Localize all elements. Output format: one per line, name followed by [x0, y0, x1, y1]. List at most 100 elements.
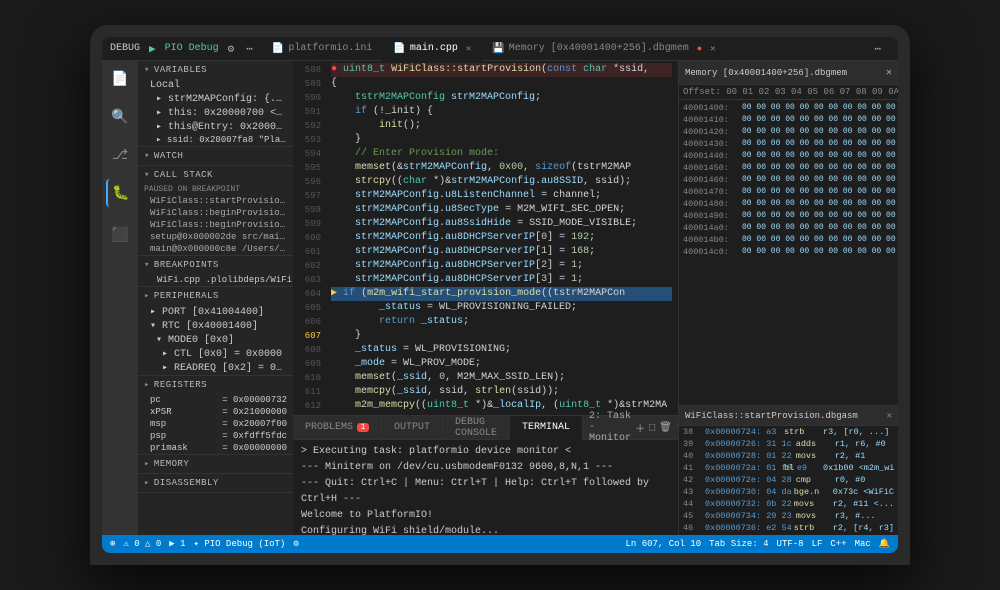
pio-label: PIO Debug — [165, 43, 219, 54]
close-memory-icon[interactable]: ✕ — [886, 67, 892, 79]
bottom-tabs: PROBLEMS 1 OUTPUT DEBUG CONSOLE TERMINAL… — [293, 416, 678, 440]
code-line: return _status; — [331, 315, 672, 329]
disassembly-nav-header[interactable]: ▸ DISASSEMBLY — [138, 474, 293, 492]
side-panel: ▾ VARIABLES Local ▸ strM2MAPConfig: {...… — [138, 61, 293, 535]
memory-tab-header: Memory [0x40001400+256].dbgmem ✕ — [679, 61, 898, 85]
code-line: strM2MAPConfig.au8DHCPServerIP[0] = 192; — [331, 231, 672, 245]
git-branch[interactable]: ⊕ — [110, 539, 115, 549]
code-lines: ● uint8_t WiFiClass::startProvision(cons… — [325, 61, 678, 415]
var-this[interactable]: ▸ this: 0x20000700 <WiFi> — [138, 106, 293, 120]
platform[interactable]: Mac — [855, 539, 871, 549]
split-terminal-icon[interactable]: ⬚ — [649, 422, 655, 434]
peripheral-item[interactable]: ▸ READREQ [0x2] = 0x0010 — [138, 361, 293, 375]
var-item[interactable]: ▸ strM2MAPConfig: {...} — [138, 92, 293, 106]
memory-row: 40001410:00 00 00 00 00 00 00 00 00 00 0… — [683, 114, 894, 126]
register-psp: psp= 0xfdff5fdc — [138, 430, 293, 442]
var-ssid[interactable]: ▸ ssid: 0x20007fa8 "PlatformIO-31... — [138, 134, 293, 146]
tab-memory[interactable]: 💾 Memory [0x40001400+256].dbgmem ● ✕ — [482, 37, 726, 61]
peripheral-item[interactable]: ▸ PORT [0x41004400] — [138, 305, 293, 319]
peripheral-item[interactable]: ▾ RTC [0x40001400] — [138, 319, 293, 333]
memory-row: 40001480:00 00 00 00 00 00 00 00 00 00 0… — [683, 198, 894, 210]
peripheral-item[interactable]: ▾ MODE0 [0x0] — [138, 333, 293, 347]
memory-row: 40001430:00 00 00 00 00 00 00 00 00 00 0… — [683, 138, 894, 150]
tab-platformio[interactable]: 📄 platformio.ini — [262, 37, 383, 61]
memory-row: 400014c0:00 00 00 00 00 00 00 00 00 00 0… — [683, 246, 894, 258]
callstack-section: ▾ CALL STACK PAUSED ON BREAKPOINT WiFiCl… — [138, 166, 293, 256]
disassembly-nav-section: ▸ DISASSEMBLY — [138, 474, 293, 493]
tab-debug-console[interactable]: DEBUG CONSOLE — [443, 416, 510, 440]
settings-icon[interactable]: ⚙ — [225, 42, 238, 56]
encoding[interactable]: UTF-8 — [777, 539, 804, 549]
memory-row: 400014b0:00 00 00 00 00 00 00 00 00 00 0… — [683, 234, 894, 246]
memory-row: 40001490:00 00 00 00 00 00 00 00 00 00 0… — [683, 210, 894, 222]
callstack-item[interactable]: setup@0x000002de src/main.cpp — [138, 231, 293, 243]
callstack-item[interactable]: main@0x000000c8e /Users/ikravets... — [138, 243, 293, 255]
terminal-line: Configuring WiFi shield/module... — [301, 524, 670, 535]
activity-git[interactable]: ⎇ — [106, 141, 134, 169]
line-numbers: 588589590591592 593594595596597 59859960… — [293, 61, 325, 415]
peripheral-item[interactable]: ▸ CTL [0x0] = 0x0000 — [138, 347, 293, 361]
activity-search[interactable]: 🔍 — [106, 103, 134, 131]
play-button[interactable]: ▶ — [146, 42, 159, 56]
memory-row: 40001420:00 00 00 00 00 00 00 00 00 00 0… — [683, 126, 894, 138]
register-msp: msp= 0x20007f00 — [138, 418, 293, 430]
code-line: } — [331, 329, 672, 343]
watch-header[interactable]: ▾ WATCH — [138, 147, 293, 165]
code-line: ● uint8_t WiFiClass::startProvision(cons… — [331, 63, 672, 77]
registers-header[interactable]: ▸ REGISTERS — [138, 376, 293, 394]
code-line: // Enter Provision mode: — [331, 147, 672, 161]
code-line: strM2MAPConfig.u8SecType = M2M_WIFI_SEC_… — [331, 203, 672, 217]
tab-terminal[interactable]: TERMINAL — [510, 416, 583, 440]
code-line: strM2MAPConfig.u8ListenChannel = channel… — [331, 189, 672, 203]
laptop-frame: DEBUG ▶ PIO Debug ⚙ ⋯ 📄 platformio.ini 📄… — [90, 25, 910, 565]
kill-terminal-icon[interactable]: 🗑 — [659, 422, 672, 434]
code-line: _status = WL_PROVISIONING; — [331, 343, 672, 357]
activity-debug[interactable]: 🐛 — [106, 179, 134, 207]
right-panel: Memory [0x40001400+256].dbgmem ✕ Offset:… — [678, 61, 898, 535]
activity-files[interactable]: 📄 — [106, 65, 134, 93]
cursor-position[interactable]: Ln 607, Col 10 — [626, 539, 702, 549]
callstack-item[interactable]: WiFiClass::startProvision0x0000 — [138, 195, 293, 207]
memory-row: 40001460:00 00 00 00 00 00 00 00 00 00 0… — [683, 174, 894, 186]
callstack-header[interactable]: ▾ CALL STACK — [138, 166, 293, 184]
add-terminal-icon[interactable]: ＋ — [635, 420, 645, 436]
memory-nav-header[interactable]: ▸ MEMORY — [138, 455, 293, 473]
dots-icon[interactable]: ⋯ — [243, 42, 256, 56]
status-right: Ln 607, Col 10 Tab Size: 4 UTF-8 LF C++ … — [626, 539, 891, 549]
variables-header[interactable]: ▾ VARIABLES — [138, 61, 293, 79]
callstack-item[interactable]: WiFiClass::beginProvision0x0000 — [138, 207, 293, 219]
code-line: strM2MAPConfig.au8DHCPServerIP[3] = 1; — [331, 273, 672, 287]
breakpoints-header[interactable]: ▾ BREAKPOINTS — [138, 256, 293, 274]
code-line: _mode = WL_PROV_MODE; — [331, 357, 672, 371]
line-ending[interactable]: LF — [812, 539, 823, 549]
activity-extensions[interactable]: ⬛ — [106, 221, 134, 249]
pio-env[interactable]: ✦ PIO Debug (IoT) — [194, 539, 286, 549]
sync-icon[interactable]: ⚙ — [293, 539, 298, 549]
disasm-row: 420x0000072e: 04 28cmpr0, #0 — [679, 474, 898, 486]
debug-label: DEBUG — [110, 43, 140, 54]
errors-warnings[interactable]: ⚠ 0 △ 0 — [123, 539, 161, 549]
tab-problems[interactable]: PROBLEMS 1 — [293, 416, 382, 440]
tab-size[interactable]: Tab Size: 4 — [709, 539, 768, 549]
language[interactable]: C++ — [830, 539, 846, 549]
memory-offset-header: Offset: 00 01 02 03 04 05 06 07 08 09 0A… — [679, 85, 898, 100]
pio-debug-status[interactable]: ▶ 1 — [169, 539, 185, 549]
close-disasm-icon[interactable]: ✕ — [887, 411, 892, 421]
tab-main-cpp[interactable]: 📄 main.cpp ✕ — [383, 37, 482, 61]
split-icon[interactable]: ⋯ — [871, 42, 884, 56]
notifications-icon[interactable]: 🔔 — [879, 539, 890, 549]
watch-section: ▾ WATCH — [138, 147, 293, 166]
code-line: } — [331, 133, 672, 147]
disasm-panel: WiFiClass::startProvision.dbgasm ✕ 380x0… — [679, 405, 898, 535]
breakpoint-item[interactable]: WiFi.cpp .plolibdeps/WiFi... 588 — [138, 274, 293, 286]
code-line: strM2MAPConfig.au8DHCPServerIP[1] = 168; — [331, 245, 672, 259]
terminal-content[interactable]: > Executing task: platformio device moni… — [293, 440, 678, 535]
var-this-entry[interactable]: ▸ this@Entry: 0x20000700 <WiFi> — [138, 120, 293, 134]
terminal-line: > Executing task: platformio device moni… — [301, 444, 670, 460]
debug-bar: DEBUG ▶ PIO Debug ⚙ ⋯ 📄 platformio.ini 📄… — [102, 37, 898, 61]
register-xpsr: xPSR= 0x21000000 — [138, 406, 293, 418]
tab-output[interactable]: OUTPUT — [382, 416, 443, 440]
callstack-item[interactable]: WiFiClass::beginProvision0x0000 — [138, 219, 293, 231]
title-tabs: 📄 platformio.ini 📄 main.cpp ✕ 💾 Memory [… — [262, 37, 890, 61]
peripherals-header[interactable]: ▸ PERIPHERALS — [138, 287, 293, 305]
